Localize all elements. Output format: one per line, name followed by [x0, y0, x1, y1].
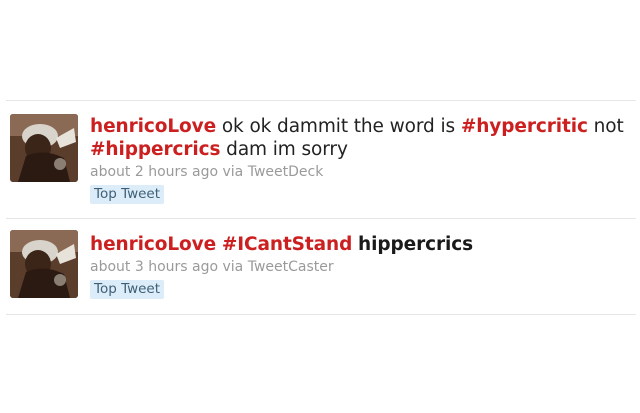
avatar[interactable]	[10, 114, 78, 182]
source-link[interactable]: TweetCaster	[248, 259, 334, 275]
divider	[6, 314, 636, 315]
tweet-meta: about 2 hours ago via TweetDeck	[90, 162, 632, 182]
screen-name-link[interactable]: henricoLove	[90, 116, 216, 137]
tweet-text-segment: not	[587, 116, 624, 137]
user-avatar-icon	[10, 114, 78, 182]
timestamp-link[interactable]: about 3 hours ago	[90, 259, 218, 275]
top-tweet-badge: Top Tweet	[90, 280, 165, 299]
tweet-content: henricoLove #ICantStand hippercrics abou…	[90, 233, 632, 299]
tweet-text: henricoLove ok ok dammit the word is #hy…	[90, 115, 632, 161]
hashtag-link[interactable]: #hypercritic	[461, 116, 588, 137]
user-avatar-icon	[10, 230, 78, 298]
tweet-text-segment: hippercrics	[358, 234, 474, 255]
divider	[6, 100, 636, 101]
via-label: via	[218, 259, 248, 275]
tweet-item: henricoLove ok ok dammit the word is #hy…	[6, 110, 636, 210]
source-link[interactable]: TweetDeck	[248, 164, 324, 180]
avatar[interactable]	[10, 230, 78, 298]
tweet-item: henricoLove #ICantStand hippercrics abou…	[6, 228, 636, 308]
tweet-text-segment: dam im sorry	[220, 139, 348, 160]
via-label: via	[218, 164, 248, 180]
hashtag-link[interactable]: #ICantStand	[222, 234, 353, 255]
timestamp-link[interactable]: about 2 hours ago	[90, 164, 218, 180]
tweet-content: henricoLove ok ok dammit the word is #hy…	[90, 115, 632, 204]
divider	[6, 218, 636, 219]
tweet-timeline: henricoLove ok ok dammit the word is #hy…	[0, 0, 640, 413]
tweet-meta: about 3 hours ago via TweetCaster	[90, 257, 632, 277]
screen-name-link[interactable]: henricoLove	[90, 234, 216, 255]
hashtag-link[interactable]: #hippercrics	[90, 139, 220, 160]
tweet-text-segment: ok ok dammit the word is	[216, 116, 461, 137]
tweet-text: henricoLove #ICantStand hippercrics	[90, 233, 632, 256]
top-tweet-badge: Top Tweet	[90, 185, 165, 204]
